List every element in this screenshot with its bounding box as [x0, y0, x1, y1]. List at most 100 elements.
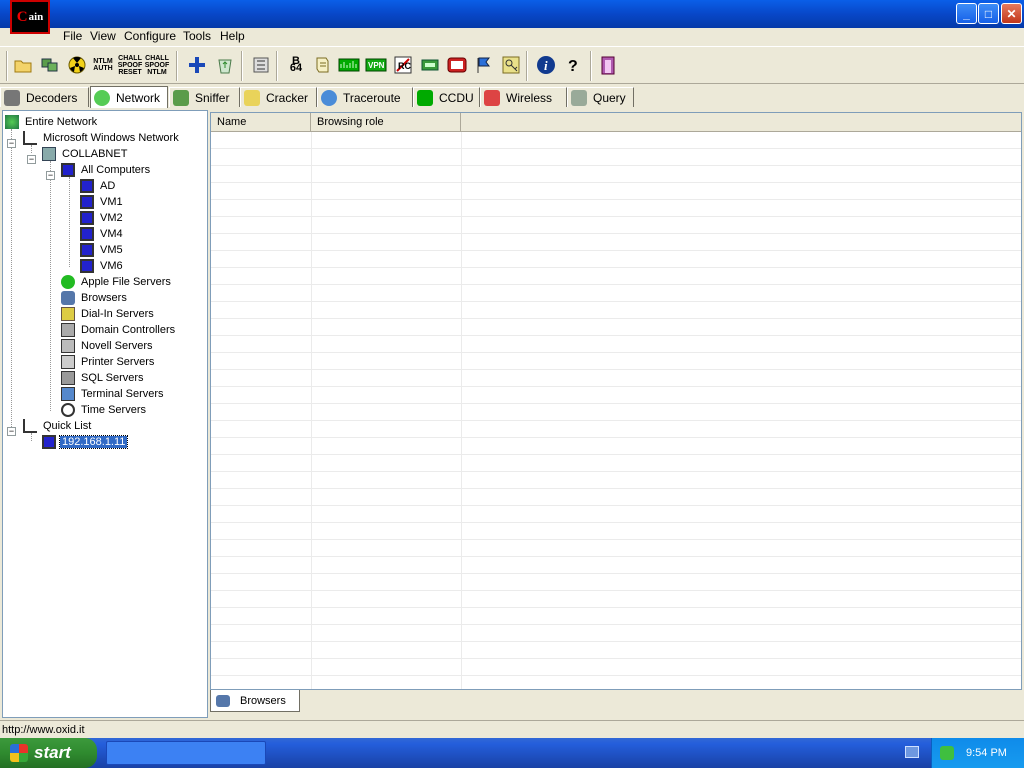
- tree-node-quick-list-item[interactable]: 192.168.1.11: [42, 434, 129, 450]
- menu-file[interactable]: File: [61, 29, 84, 43]
- tree-node-computer[interactable]: VM5: [80, 242, 125, 258]
- tree-node-computer[interactable]: VM1: [80, 194, 125, 210]
- tree-node-computer[interactable]: VM4: [80, 226, 125, 242]
- ntlm-auth-icon[interactable]: NTLM AUTH: [92, 54, 114, 76]
- recycle-icon[interactable]: [214, 54, 236, 76]
- menu-help[interactable]: Help: [218, 29, 247, 43]
- query-icon: [571, 89, 587, 106]
- menu-view[interactable]: View: [88, 29, 118, 43]
- tab-network[interactable]: Network: [90, 86, 168, 108]
- keyboard-icon[interactable]: [905, 746, 919, 758]
- open-folder-icon[interactable]: [12, 54, 34, 76]
- tree-node-label: Dial-In Servers: [81, 308, 154, 320]
- help-icon[interactable]: ?: [562, 54, 584, 76]
- tree-node-time-servers[interactable]: Time Servers: [61, 402, 148, 418]
- start-button[interactable]: start: [0, 738, 97, 768]
- tree-node-collabnet[interactable]: COLLABNET: [42, 146, 129, 162]
- tree-node-entire-network[interactable]: Entire Network: [5, 114, 99, 130]
- tree-line: [69, 177, 70, 267]
- chip-icon[interactable]: [419, 54, 441, 76]
- minimize-button[interactable]: _: [956, 3, 977, 24]
- tree-node-label: Apple File Servers: [81, 276, 171, 288]
- clock[interactable]: 9:54 PM: [966, 747, 1007, 759]
- graph-green-icon[interactable]: [338, 54, 360, 76]
- tree-node-label: COLLABNET: [62, 148, 128, 160]
- network-tree[interactable]: − − − − Entire Network Microsoft Windows…: [2, 110, 208, 718]
- decoders-icon: [4, 89, 20, 106]
- script-icon[interactable]: [311, 54, 333, 76]
- tab-cracker[interactable]: Cracker: [240, 87, 317, 107]
- tree-node-ms-windows-network[interactable]: Microsoft Windows Network: [23, 130, 181, 146]
- chall-spoof-reset-icon[interactable]: CHALL SPOOF RESET: [118, 54, 143, 76]
- browsers-list[interactable]: Name Browsing role: [210, 112, 1022, 690]
- tab-decoders[interactable]: Decoders: [0, 87, 89, 107]
- tree-node-browsers[interactable]: Browsers: [61, 290, 129, 306]
- tree-node-sql-servers[interactable]: SQL Servers: [61, 370, 146, 386]
- computer-icon: [80, 179, 94, 193]
- collapse-toggle[interactable]: −: [46, 171, 55, 180]
- radioactive-icon[interactable]: [66, 54, 88, 76]
- key-icon[interactable]: [500, 54, 522, 76]
- svg-text:i: i: [544, 58, 548, 73]
- tab-traceroute[interactable]: Traceroute: [317, 87, 413, 107]
- start-label: start: [34, 743, 71, 762]
- tab-wireless[interactable]: Wireless: [480, 87, 567, 107]
- tab-ccdu[interactable]: CCDU: [413, 87, 480, 107]
- tree-node-all-computers[interactable]: All Computers: [61, 162, 152, 178]
- list-header: Name Browsing role: [211, 113, 1021, 132]
- menu-configure[interactable]: Configure: [122, 29, 178, 43]
- tree-node-novell-servers[interactable]: Novell Servers: [61, 338, 155, 354]
- tree-node-label: VM5: [100, 244, 123, 256]
- menu-tools[interactable]: Tools: [181, 29, 213, 43]
- rc-icon[interactable]: RC: [392, 54, 414, 76]
- rdp-icon[interactable]: [446, 54, 468, 76]
- traceroute-icon: [321, 89, 337, 106]
- tab-query[interactable]: Query: [567, 87, 634, 107]
- hash-calc-icon[interactable]: [250, 54, 272, 76]
- chall-spoof-ntlm-icon[interactable]: CHALL SPOOF NTLM: [145, 54, 170, 76]
- terminal-icon: [61, 387, 75, 401]
- module-tabs: Decoders Network Sniffer Cracker Tracero…: [0, 86, 1024, 108]
- tree-node-computer[interactable]: AD: [80, 178, 117, 194]
- vpn-icon[interactable]: VPN: [365, 54, 387, 76]
- list-body[interactable]: [211, 132, 1021, 689]
- tree-node-domain-controllers[interactable]: Domain Controllers: [61, 322, 177, 338]
- tree-node-apple-file-servers[interactable]: Apple File Servers: [61, 274, 173, 290]
- app-logo-icon[interactable]: Cain: [10, 0, 50, 34]
- tree-node-label: VM6: [100, 260, 123, 272]
- toolbar-separator: [590, 51, 592, 81]
- close-button[interactable]: ✕: [1001, 3, 1022, 24]
- tree-node-printer-servers[interactable]: Printer Servers: [61, 354, 156, 370]
- tree-node-quick-list[interactable]: Quick List: [23, 418, 93, 434]
- collapse-toggle[interactable]: −: [27, 155, 36, 164]
- collapse-toggle[interactable]: −: [7, 139, 16, 148]
- network-tray-icon[interactable]: [940, 746, 954, 760]
- tab-browsers[interactable]: Browsers: [210, 690, 300, 712]
- tab-sniffer[interactable]: Sniffer: [169, 87, 240, 107]
- taskbar: start 9:54 PM: [0, 738, 1024, 768]
- domain-icon: [42, 147, 56, 161]
- computer-icon: [80, 243, 94, 257]
- add-plus-icon[interactable]: [186, 54, 208, 76]
- system-tray: 9:54 PM: [931, 738, 1024, 768]
- toolbar-separator: [276, 51, 278, 81]
- collapse-toggle[interactable]: −: [7, 427, 16, 436]
- title-bar[interactable]: _ □ ✕: [0, 0, 1024, 28]
- network-scan-icon[interactable]: [38, 54, 60, 76]
- tree-node-computer[interactable]: VM2: [80, 210, 125, 226]
- tab-label: Query: [593, 90, 626, 105]
- tree-node-computer[interactable]: VM6: [80, 258, 125, 274]
- column-header-name[interactable]: Name: [211, 113, 311, 132]
- maximize-button[interactable]: □: [978, 3, 999, 24]
- tree-node-terminal-servers[interactable]: Terminal Servers: [61, 386, 166, 402]
- app-logo-letter: C: [16, 8, 28, 25]
- flag-icon[interactable]: [473, 54, 495, 76]
- column-header-browsing-role[interactable]: Browsing role: [311, 113, 461, 132]
- base64-icon[interactable]: B 64: [285, 54, 307, 76]
- tree-node-dial-in-servers[interactable]: Dial-In Servers: [61, 306, 156, 322]
- taskbar-app-button[interactable]: [106, 741, 266, 765]
- info-icon[interactable]: i: [535, 54, 557, 76]
- exit-door-icon[interactable]: [597, 54, 619, 76]
- sniffer-icon: [173, 89, 189, 106]
- tree-line: [31, 145, 32, 153]
